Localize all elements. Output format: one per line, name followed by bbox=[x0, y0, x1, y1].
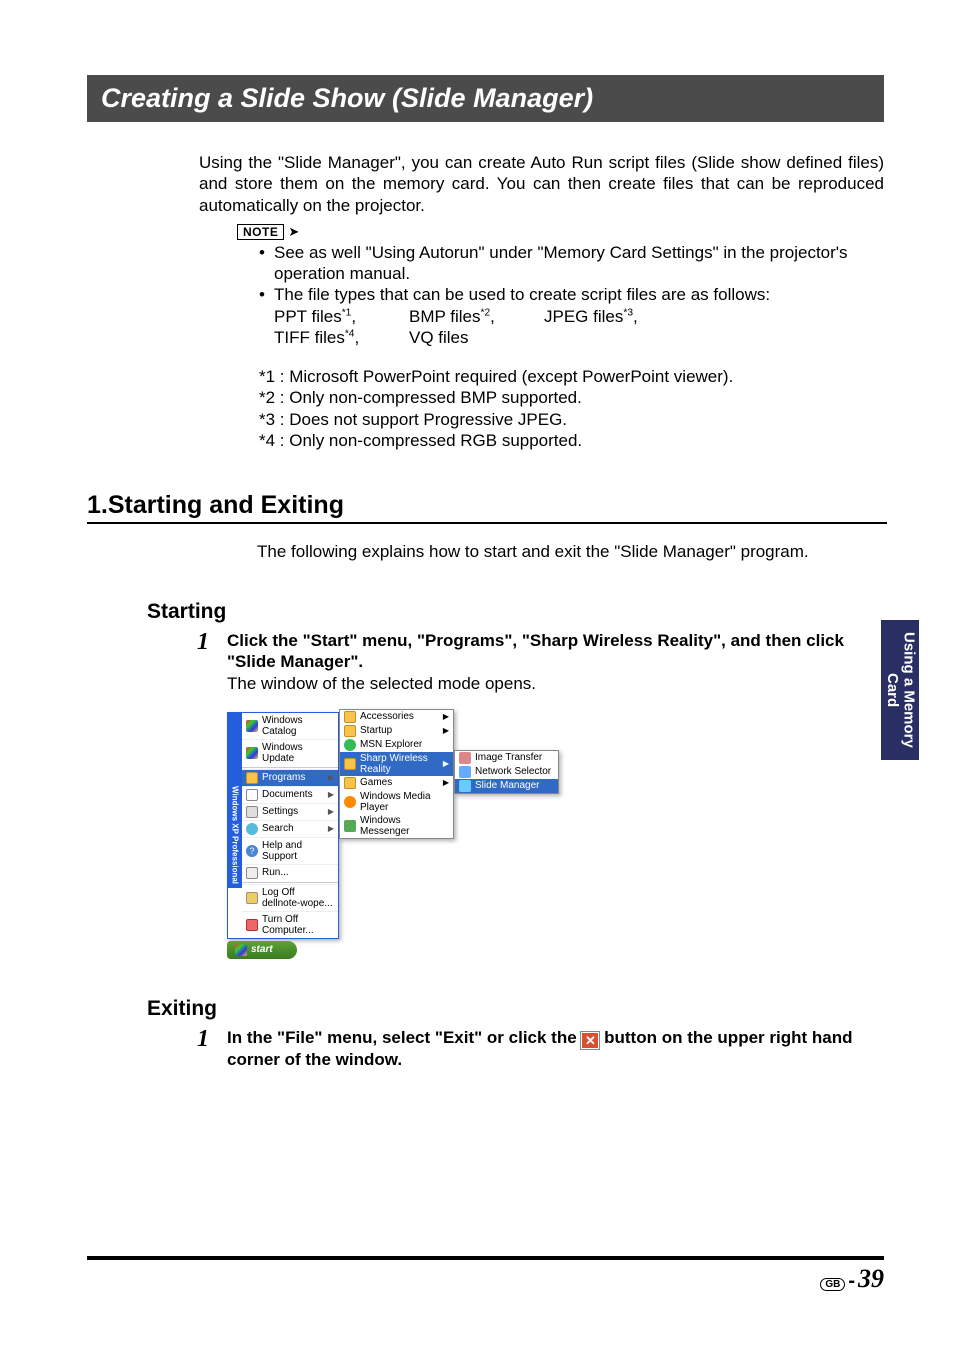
page-title: Creating a Slide Show (Slide Manager) bbox=[87, 75, 884, 122]
filetype-tiff: TIFF files*4, bbox=[274, 327, 409, 348]
startmenu-item[interactable]: Documents▶ bbox=[242, 786, 338, 803]
startmenu-item[interactable]: Run... bbox=[242, 864, 338, 881]
filetype-bmp: BMP files*2, bbox=[409, 306, 544, 327]
intro-paragraph: Using the "Slide Manager", you can creat… bbox=[199, 152, 884, 216]
footer-rule bbox=[87, 1256, 884, 1260]
submenu-item[interactable]: Games▶ bbox=[340, 776, 453, 790]
section-intro: The following explains how to start and … bbox=[257, 542, 884, 562]
section-heading: 1.Starting and Exiting bbox=[87, 491, 887, 524]
page-number: GB - 39 bbox=[820, 1264, 884, 1294]
startmenu-item[interactable]: ?Help and Support bbox=[242, 837, 338, 864]
starting-step-text: The window of the selected mode opens. bbox=[227, 674, 536, 693]
subheading-exiting: Exiting bbox=[147, 997, 884, 1021]
start-menu-screenshot: Windows XP Professional Windows Catalog … bbox=[227, 712, 677, 959]
chevron-right-icon: ▶ bbox=[328, 773, 334, 782]
starting-step-bold: Click the "Start" menu, "Programs", "Sha… bbox=[227, 631, 844, 671]
folder-icon bbox=[246, 772, 258, 784]
submenu-item[interactable]: MSN Explorer bbox=[340, 738, 453, 752]
submenu-item[interactable]: Startup▶ bbox=[340, 724, 453, 738]
submenu-slide-manager[interactable]: Slide Manager bbox=[455, 779, 558, 793]
start-button[interactable]: start bbox=[227, 941, 297, 959]
search-icon bbox=[246, 823, 258, 835]
submenu-sharp-wireless[interactable]: Sharp Wireless Reality▶ bbox=[340, 752, 453, 776]
exiting-step-part-a: In the "File" menu, select "Exit" or cli… bbox=[227, 1028, 581, 1047]
footnote-3: *3 : Does not support Progressive JPEG. bbox=[259, 409, 884, 430]
startmenu-item[interactable]: Windows Catalog bbox=[242, 713, 338, 739]
region-badge: GB bbox=[820, 1278, 845, 1291]
note-label: NOTE bbox=[237, 224, 284, 240]
shutdown-icon bbox=[246, 919, 258, 931]
step-number: 1 bbox=[197, 630, 227, 694]
bullet1: See as well "Using Autorun" under "Memor… bbox=[274, 242, 884, 285]
filetype-vq: VQ files bbox=[409, 327, 544, 348]
bullet2: The file types that can be used to creat… bbox=[274, 284, 770, 305]
help-icon: ? bbox=[246, 845, 258, 857]
programs-submenu: Accessories▶ Startup▶ MSN Explorer Sharp… bbox=[339, 709, 454, 839]
bullet-icon: • bbox=[259, 242, 274, 285]
close-icon: ✕ bbox=[581, 1032, 599, 1049]
bullet-icon: • bbox=[259, 284, 274, 305]
sharp-submenu: Image Transfer Network Selector Slide Ma… bbox=[454, 750, 559, 794]
startmenu-item[interactable]: Turn Off Computer... bbox=[242, 911, 338, 938]
startmenu-item[interactable]: Settings▶ bbox=[242, 803, 338, 820]
windows-icon bbox=[246, 720, 258, 732]
submenu-item[interactable]: Windows Messenger bbox=[340, 814, 453, 838]
subheading-starting: Starting bbox=[147, 600, 884, 624]
footnote-2: *2 : Only non-compressed BMP supported. bbox=[259, 387, 884, 408]
footnote-1: *1 : Microsoft PowerPoint required (exce… bbox=[259, 366, 884, 387]
run-icon bbox=[246, 867, 258, 879]
section-side-tab: Using a Memory Card bbox=[881, 620, 919, 760]
windows-icon bbox=[246, 747, 258, 759]
submenu-item[interactable]: Windows Media Player bbox=[340, 790, 453, 814]
startmenu-programs[interactable]: Programs▶ bbox=[242, 769, 338, 786]
submenu-item[interactable]: Image Transfer bbox=[455, 751, 558, 765]
startmenu-item[interactable]: Search▶ bbox=[242, 820, 338, 837]
settings-icon bbox=[246, 806, 258, 818]
startmenu-item[interactable]: Windows Update bbox=[242, 739, 338, 766]
startmenu-item[interactable]: Log Off dellnote-wope... bbox=[242, 884, 338, 911]
submenu-item[interactable]: Network Selector bbox=[455, 765, 558, 779]
filetype-jpeg: JPEG files*3, bbox=[544, 306, 638, 327]
windows-flag-icon bbox=[235, 944, 247, 956]
step-number: 1 bbox=[197, 1027, 227, 1071]
documents-icon bbox=[246, 789, 258, 801]
logoff-icon bbox=[246, 892, 258, 904]
xp-strip-label: Windows XP Professional bbox=[231, 786, 240, 888]
filetype-ppt: PPT files*1, bbox=[274, 306, 409, 327]
submenu-item[interactable]: Accessories▶ bbox=[340, 710, 453, 724]
footnote-4: *4 : Only non-compressed RGB supported. bbox=[259, 430, 884, 451]
note-arrow-icon: ➤ bbox=[288, 224, 299, 240]
